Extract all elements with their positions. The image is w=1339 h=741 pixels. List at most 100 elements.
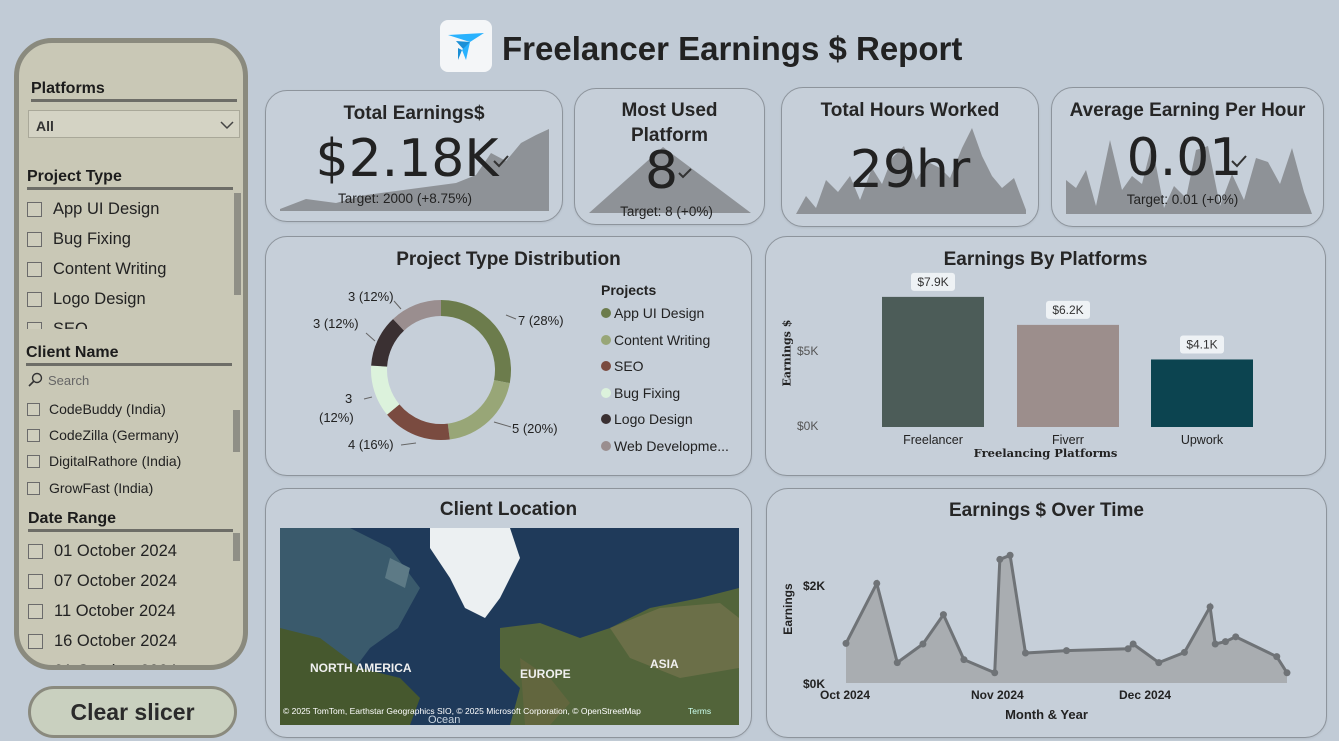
data-point[interactable]	[1211, 640, 1219, 648]
date-option[interactable]: 11 October 2024	[28, 602, 176, 621]
checkbox[interactable]	[27, 402, 40, 416]
date-option[interactable]: 21 October 2024	[28, 662, 177, 665]
app-logo	[440, 20, 492, 72]
data-point[interactable]	[1006, 551, 1014, 559]
bar[interactable]	[1017, 324, 1119, 427]
legend-item[interactable]: Web Developme...	[601, 438, 729, 454]
kpi-total-hours: Total Hours Worked 29hr	[781, 87, 1039, 227]
legend-swatch	[601, 414, 611, 424]
scrollbar[interactable]	[233, 410, 240, 452]
data-point[interactable]	[960, 656, 968, 664]
checkbox[interactable]	[27, 262, 42, 277]
legend-item[interactable]: SEO	[601, 358, 644, 374]
checkbox[interactable]	[27, 322, 42, 329]
map-label: NORTH AMERICA	[310, 661, 412, 675]
checkbox[interactable]	[28, 544, 43, 559]
data-point[interactable]	[1206, 603, 1214, 611]
data-point[interactable]	[1124, 645, 1132, 653]
donut-label: 3	[345, 391, 353, 406]
map-view[interactable]: NORTH AMERICA EUROPE ASIA Ocean © 2025 T…	[280, 528, 739, 725]
checkbox[interactable]	[28, 604, 43, 619]
project-type-option[interactable]: App UI Design	[27, 200, 159, 219]
legend-item[interactable]: App UI Design	[601, 305, 704, 321]
checkbox[interactable]	[28, 574, 43, 589]
platforms-selected-value: All	[36, 118, 54, 134]
date-option[interactable]: 07 October 2024	[28, 572, 177, 591]
clear-slicer-button[interactable]: Clear slicer	[28, 686, 237, 738]
data-point[interactable]	[919, 640, 927, 648]
divider	[31, 99, 237, 102]
checkmark-icon	[1231, 155, 1247, 168]
legend-item[interactable]: Bug Fixing	[601, 385, 680, 401]
platforms-heading: Platforms	[31, 80, 105, 97]
bar[interactable]	[1151, 359, 1253, 427]
y-axis-title: Earnings	[781, 583, 795, 635]
data-point[interactable]	[873, 579, 881, 587]
checkbox[interactable]	[27, 454, 40, 468]
client-option[interactable]: DigitalRathore (India)	[27, 453, 181, 469]
client-option[interactable]: GrowFast (India)	[27, 480, 153, 496]
map-label: ASIA	[650, 657, 679, 671]
date-range-heading: Date Range	[28, 510, 117, 527]
checkbox[interactable]	[27, 202, 42, 217]
data-point[interactable]	[1221, 638, 1229, 646]
scrollbar[interactable]	[233, 533, 240, 561]
map-attribution: © 2025 TomTom, Earthstar Geographics SIO…	[283, 706, 641, 716]
data-point[interactable]	[1283, 669, 1291, 677]
search-placeholder: Search	[48, 373, 90, 388]
legend-swatch	[601, 441, 611, 451]
checkbox[interactable]	[28, 664, 43, 665]
client-search-input[interactable]: Search	[26, 371, 226, 391]
checkbox[interactable]	[27, 232, 42, 247]
legend-item[interactable]: Logo Design	[601, 411, 693, 427]
legend-item[interactable]: Content Writing	[601, 332, 710, 348]
data-point[interactable]	[893, 659, 901, 667]
data-point[interactable]	[1273, 653, 1281, 661]
checkbox[interactable]	[27, 481, 40, 495]
data-point[interactable]	[1155, 659, 1163, 667]
data-point[interactable]	[1063, 647, 1070, 655]
checkbox[interactable]	[28, 634, 43, 649]
client-option[interactable]: CodeZilla (Germany)	[27, 427, 179, 443]
platforms-dropdown[interactable]: All	[28, 110, 240, 138]
client-option[interactable]: CodeBuddy (India)	[27, 401, 166, 417]
freelancer-bird-icon	[448, 33, 484, 60]
bar[interactable]	[882, 296, 984, 427]
data-point[interactable]	[991, 669, 999, 677]
data-point[interactable]	[1129, 640, 1137, 648]
date-option[interactable]: 16 October 2024	[28, 632, 177, 651]
donut-slice[interactable]	[387, 404, 450, 440]
slicer-panel: Platforms All Project Type App UI Design…	[14, 38, 248, 670]
page-title: Freelancer Earnings $ Report	[502, 30, 963, 67]
bar-data-label: $7.9K	[917, 275, 948, 289]
data-point[interactable]	[1232, 633, 1240, 641]
data-point[interactable]	[996, 555, 1004, 563]
kpi-title: Average Earning Per Hour	[1069, 100, 1306, 121]
kpi-value: 8	[644, 141, 679, 201]
donut-slice[interactable]	[371, 365, 400, 415]
project-type-option[interactable]: SEO	[27, 320, 88, 329]
donut-slice[interactable]	[393, 300, 441, 331]
satellite-map	[280, 528, 739, 725]
date-option[interactable]: 01 October 2024	[28, 542, 177, 561]
checkbox[interactable]	[27, 292, 42, 307]
map-terms-link[interactable]: Terms	[688, 706, 711, 716]
data-point[interactable]	[1021, 649, 1029, 657]
data-point[interactable]	[842, 639, 850, 647]
checkbox[interactable]	[27, 428, 40, 442]
donut-slice[interactable]	[441, 300, 511, 384]
legend-title: Projects	[601, 282, 657, 298]
donut-slice[interactable]	[447, 380, 510, 440]
chevron-down-icon	[220, 121, 234, 130]
scrollbar[interactable]	[234, 193, 241, 295]
project-type-option[interactable]: Bug Fixing	[27, 230, 131, 249]
data-point[interactable]	[939, 611, 947, 619]
project-type-option[interactable]: Content Writing	[27, 260, 166, 279]
data-point[interactable]	[1180, 648, 1188, 656]
kpi-value: 0.01	[1126, 128, 1243, 188]
project-type-option[interactable]: Logo Design	[27, 290, 146, 309]
donut-slice[interactable]	[371, 318, 405, 367]
kpi-average-earning: Average Earning Per Hour 0.01 Target: 0.…	[1051, 87, 1324, 227]
donut-label: 4 (16%)	[348, 437, 394, 452]
project-type-heading: Project Type	[27, 168, 122, 185]
